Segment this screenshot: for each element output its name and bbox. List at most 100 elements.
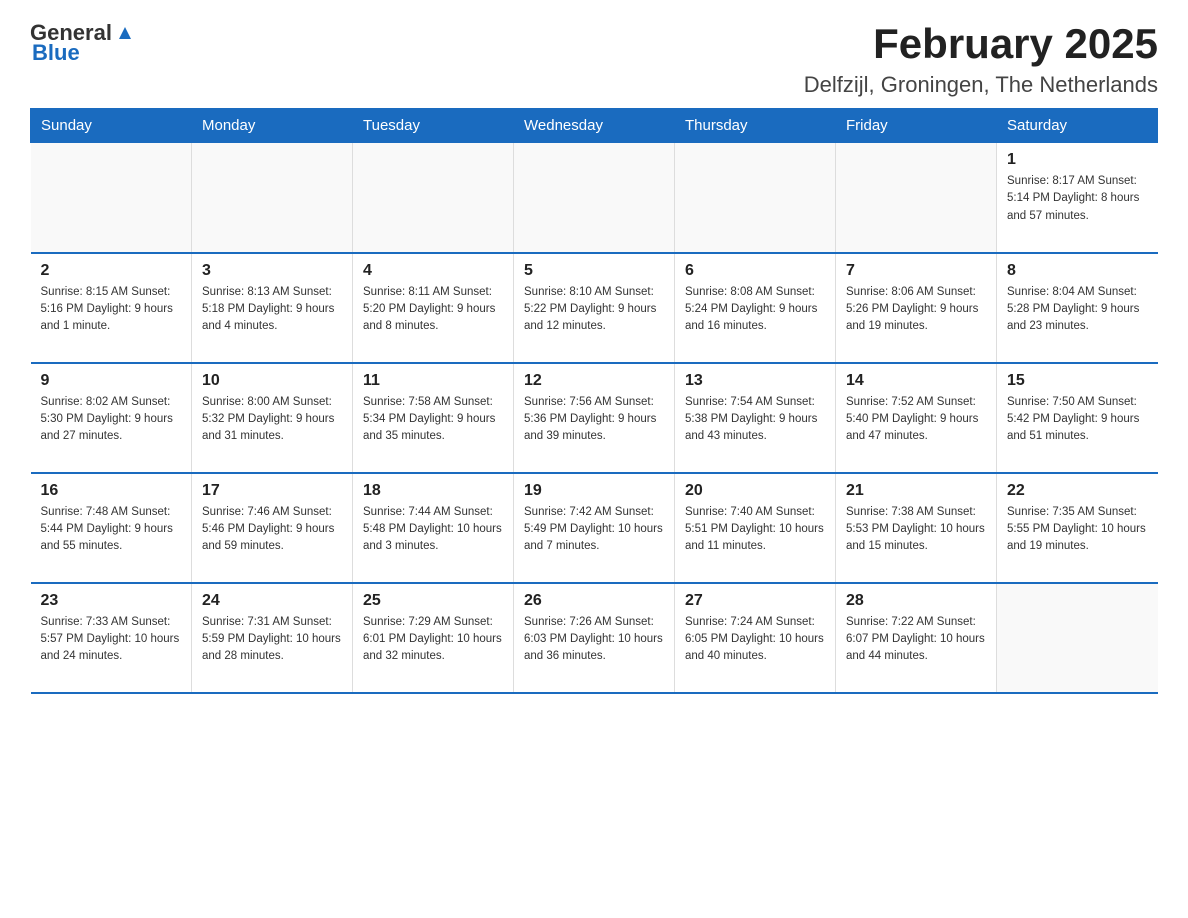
calendar-cell: 13 Sunrise: 7:54 AM Sunset: 5:38 PM Dayli… xyxy=(675,363,836,473)
day-info: Sunrise: 7:44 AM Sunset: 5:48 PM Dayligh… xyxy=(363,504,503,556)
calendar-week-row: 2 Sunrise: 8:15 AM Sunset: 5:16 PM Daylig… xyxy=(31,253,1158,363)
calendar-week-row: 1 Sunrise: 8:17 AM Sunset: 5:14 PM Daylig… xyxy=(31,143,1158,253)
title-block: February 2025 Delfzijl, Groningen, The N… xyxy=(804,20,1158,98)
calendar-cell: 21 Sunrise: 7:38 AM Sunset: 5:53 PM Dayli… xyxy=(836,473,997,583)
calendar-cell: 12 Sunrise: 7:56 AM Sunset: 5:36 PM Dayli… xyxy=(514,363,675,473)
day-info: Sunrise: 7:46 AM Sunset: 5:46 PM Dayligh… xyxy=(202,504,342,556)
calendar-cell: 27Sunrise: 7:24 AM Sunset: 6:05 PM Dayli… xyxy=(675,583,836,693)
calendar-cell: 9Sunrise: 8:02 AM Sunset: 5:30 PM Daylig… xyxy=(31,363,192,473)
day-number: 17 xyxy=(202,482,342,500)
col-tuesday: Tuesday xyxy=(353,109,514,143)
calendar-subtitle: Delfzijl, Groningen, The Netherlands xyxy=(804,72,1158,98)
day-info: Sunrise: 7:54 AM Sunset: 5:38 PM Dayligh… xyxy=(685,394,825,446)
calendar-week-row: 9Sunrise: 8:02 AM Sunset: 5:30 PM Daylig… xyxy=(31,363,1158,473)
col-saturday: Saturday xyxy=(997,109,1158,143)
day-info: Sunrise: 7:56 AM Sunset: 5:36 PM Dayligh… xyxy=(524,394,664,446)
logo: General Blue xyxy=(30,20,136,66)
calendar-cell xyxy=(31,143,192,253)
calendar-cell: 24 Sunrise: 7:31 AM Sunset: 5:59 PM Dayli… xyxy=(192,583,353,693)
day-info: Sunrise: 7:52 AM Sunset: 5:40 PM Dayligh… xyxy=(846,394,986,446)
day-number: 6 xyxy=(685,262,825,280)
calendar-week-row: 23 Sunrise: 7:33 AM Sunset: 5:57 PM Dayli… xyxy=(31,583,1158,693)
calendar-header-row: Sunday Monday Tuesday Wednesday Thursday… xyxy=(31,109,1158,143)
day-number: 8 xyxy=(1007,262,1148,280)
col-friday: Friday xyxy=(836,109,997,143)
calendar-cell xyxy=(675,143,836,253)
day-info: Sunrise: 7:50 AM Sunset: 5:42 PM Dayligh… xyxy=(1007,394,1148,446)
calendar-table: Sunday Monday Tuesday Wednesday Thursday… xyxy=(30,108,1158,694)
calendar-cell: 17 Sunrise: 7:46 AM Sunset: 5:46 PM Dayli… xyxy=(192,473,353,583)
day-info: Sunrise: 7:58 AM Sunset: 5:34 PM Dayligh… xyxy=(363,394,503,446)
day-info: Sunrise: 7:40 AM Sunset: 5:51 PM Dayligh… xyxy=(685,504,825,556)
day-info: Sunrise: 7:29 AM Sunset: 6:01 PM Dayligh… xyxy=(363,614,503,666)
day-number: 27 xyxy=(685,592,825,610)
calendar-cell: 2 Sunrise: 8:15 AM Sunset: 5:16 PM Daylig… xyxy=(31,253,192,363)
calendar-cell: 22 Sunrise: 7:35 AM Sunset: 5:55 PM Dayli… xyxy=(997,473,1158,583)
logo-triangle-icon xyxy=(114,21,136,43)
day-number: 7 xyxy=(846,262,986,280)
calendar-cell xyxy=(997,583,1158,693)
logo-blue-text: Blue xyxy=(32,40,80,66)
day-number: 13 xyxy=(685,372,825,390)
day-number: 23 xyxy=(41,592,182,610)
day-info: Sunrise: 8:04 AM Sunset: 5:28 PM Dayligh… xyxy=(1007,284,1148,336)
day-info: Sunrise: 8:08 AM Sunset: 5:24 PM Dayligh… xyxy=(685,284,825,336)
day-number: 3 xyxy=(202,262,342,280)
calendar-cell xyxy=(514,143,675,253)
day-number: 5 xyxy=(524,262,664,280)
col-sunday: Sunday xyxy=(31,109,192,143)
day-info: Sunrise: 8:15 AM Sunset: 5:16 PM Dayligh… xyxy=(41,284,182,336)
day-info: Sunrise: 8:00 AM Sunset: 5:32 PM Dayligh… xyxy=(202,394,342,446)
day-info: Sunrise: 7:42 AM Sunset: 5:49 PM Dayligh… xyxy=(524,504,664,556)
day-info: Sunrise: 7:31 AM Sunset: 5:59 PM Dayligh… xyxy=(202,614,342,666)
day-number: 12 xyxy=(524,372,664,390)
calendar-cell: 3 Sunrise: 8:13 AM Sunset: 5:18 PM Daylig… xyxy=(192,253,353,363)
calendar-cell xyxy=(192,143,353,253)
calendar-cell: 19 Sunrise: 7:42 AM Sunset: 5:49 PM Dayli… xyxy=(514,473,675,583)
day-info: Sunrise: 8:13 AM Sunset: 5:18 PM Dayligh… xyxy=(202,284,342,336)
day-number: 24 xyxy=(202,592,342,610)
calendar-cell: 26 Sunrise: 7:26 AM Sunset: 6:03 PM Dayli… xyxy=(514,583,675,693)
calendar-cell: 10 Sunrise: 8:00 AM Sunset: 5:32 PM Dayli… xyxy=(192,363,353,473)
day-info: Sunrise: 7:35 AM Sunset: 5:55 PM Dayligh… xyxy=(1007,504,1148,556)
day-info: Sunrise: 8:02 AM Sunset: 5:30 PM Dayligh… xyxy=(41,394,182,446)
day-number: 25 xyxy=(363,592,503,610)
calendar-cell xyxy=(353,143,514,253)
day-info: Sunrise: 7:38 AM Sunset: 5:53 PM Dayligh… xyxy=(846,504,986,556)
day-number: 18 xyxy=(363,482,503,500)
calendar-cell: 8 Sunrise: 8:04 AM Sunset: 5:28 PM Daylig… xyxy=(997,253,1158,363)
calendar-cell: 7Sunrise: 8:06 AM Sunset: 5:26 PM Daylig… xyxy=(836,253,997,363)
day-number: 21 xyxy=(846,482,986,500)
day-number: 28 xyxy=(846,592,986,610)
calendar-cell xyxy=(836,143,997,253)
day-number: 16 xyxy=(41,482,182,500)
calendar-title: February 2025 xyxy=(804,20,1158,68)
calendar-cell: 5 Sunrise: 8:10 AM Sunset: 5:22 PM Daylig… xyxy=(514,253,675,363)
day-info: Sunrise: 8:10 AM Sunset: 5:22 PM Dayligh… xyxy=(524,284,664,336)
calendar-cell: 20 Sunrise: 7:40 AM Sunset: 5:51 PM Dayli… xyxy=(675,473,836,583)
day-number: 22 xyxy=(1007,482,1148,500)
day-info: Sunrise: 7:26 AM Sunset: 6:03 PM Dayligh… xyxy=(524,614,664,666)
calendar-cell: 1 Sunrise: 8:17 AM Sunset: 5:14 PM Daylig… xyxy=(997,143,1158,253)
calendar-cell: 28 Sunrise: 7:22 AM Sunset: 6:07 PM Dayli… xyxy=(836,583,997,693)
calendar-week-row: 16 Sunrise: 7:48 AM Sunset: 5:44 PM Dayli… xyxy=(31,473,1158,583)
day-info: Sunrise: 7:48 AM Sunset: 5:44 PM Dayligh… xyxy=(41,504,182,556)
day-info: Sunrise: 8:17 AM Sunset: 5:14 PM Dayligh… xyxy=(1007,173,1148,225)
calendar-cell: 18 Sunrise: 7:44 AM Sunset: 5:48 PM Dayli… xyxy=(353,473,514,583)
calendar-cell: 6 Sunrise: 8:08 AM Sunset: 5:24 PM Daylig… xyxy=(675,253,836,363)
day-number: 15 xyxy=(1007,372,1148,390)
day-info: Sunrise: 7:33 AM Sunset: 5:57 PM Dayligh… xyxy=(41,614,182,666)
day-number: 14 xyxy=(846,372,986,390)
day-number: 20 xyxy=(685,482,825,500)
calendar-cell: 14 Sunrise: 7:52 AM Sunset: 5:40 PM Dayli… xyxy=(836,363,997,473)
day-number: 10 xyxy=(202,372,342,390)
day-number: 2 xyxy=(41,262,182,280)
col-wednesday: Wednesday xyxy=(514,109,675,143)
day-number: 1 xyxy=(1007,151,1148,169)
day-number: 26 xyxy=(524,592,664,610)
day-info: Sunrise: 7:22 AM Sunset: 6:07 PM Dayligh… xyxy=(846,614,986,666)
day-number: 19 xyxy=(524,482,664,500)
calendar-cell: 25 Sunrise: 7:29 AM Sunset: 6:01 PM Dayli… xyxy=(353,583,514,693)
calendar-cell: 11Sunrise: 7:58 AM Sunset: 5:34 PM Dayli… xyxy=(353,363,514,473)
page-header: General Blue February 2025 Delfzijl, Gro… xyxy=(30,20,1158,98)
